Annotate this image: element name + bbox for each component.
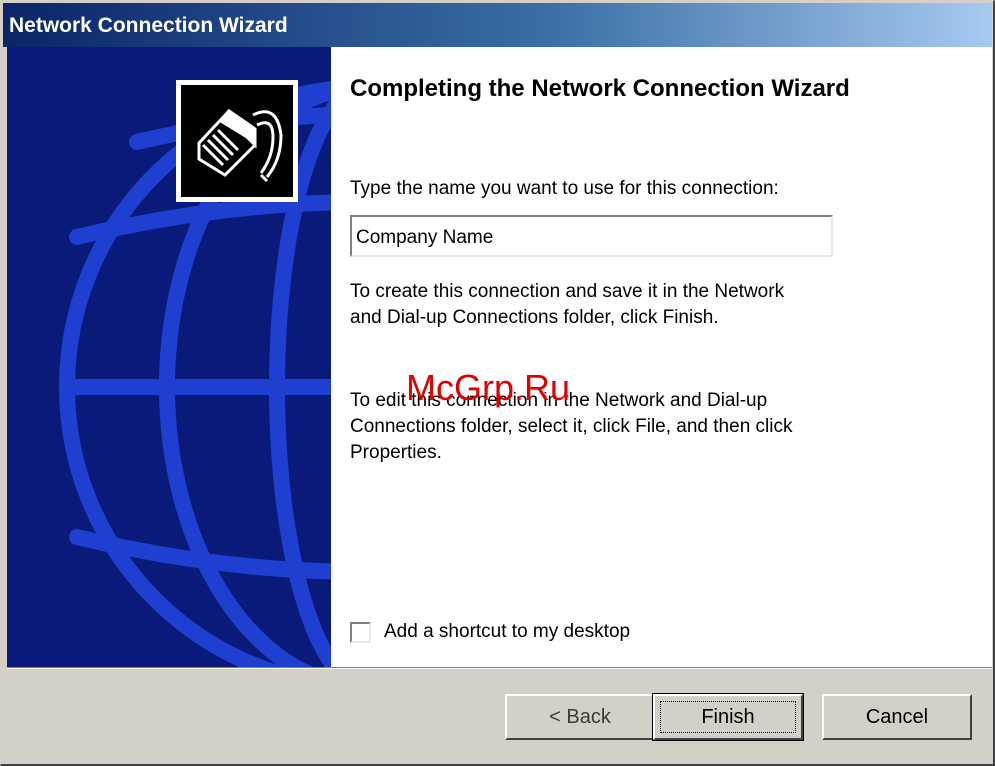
wizard-window: Network Connection Wizard Completing the… <box>0 0 995 766</box>
window-title: Network Connection Wizard <box>9 14 288 37</box>
title-bar[interactable]: Network Connection Wizard <box>3 3 992 47</box>
page-title: Completing the Network Connection Wizard <box>350 75 850 102</box>
finish-instructions: To create this connection and save it in… <box>350 281 785 328</box>
wizard-content: Completing the Network Connection Wizard… <box>331 47 992 667</box>
desktop-shortcut-label[interactable]: Add a shortcut to my desktop <box>384 621 630 643</box>
finish-button[interactable]: Finish <box>652 693 804 741</box>
cancel-button[interactable]: Cancel <box>822 694 972 740</box>
network-cable-icon <box>176 80 298 202</box>
button-separator <box>7 667 992 669</box>
back-button[interactable]: < Back <box>505 694 655 740</box>
connection-name-input[interactable] <box>350 215 833 257</box>
watermark-text: McGrp.Ru <box>406 367 571 408</box>
desktop-shortcut-checkbox[interactable] <box>350 621 371 643</box>
connection-name-label: Type the name you want to use for this c… <box>350 178 779 199</box>
desktop-shortcut-option[interactable]: Add a shortcut to my desktop <box>350 619 630 645</box>
finish-button-label: Finish <box>701 706 755 728</box>
